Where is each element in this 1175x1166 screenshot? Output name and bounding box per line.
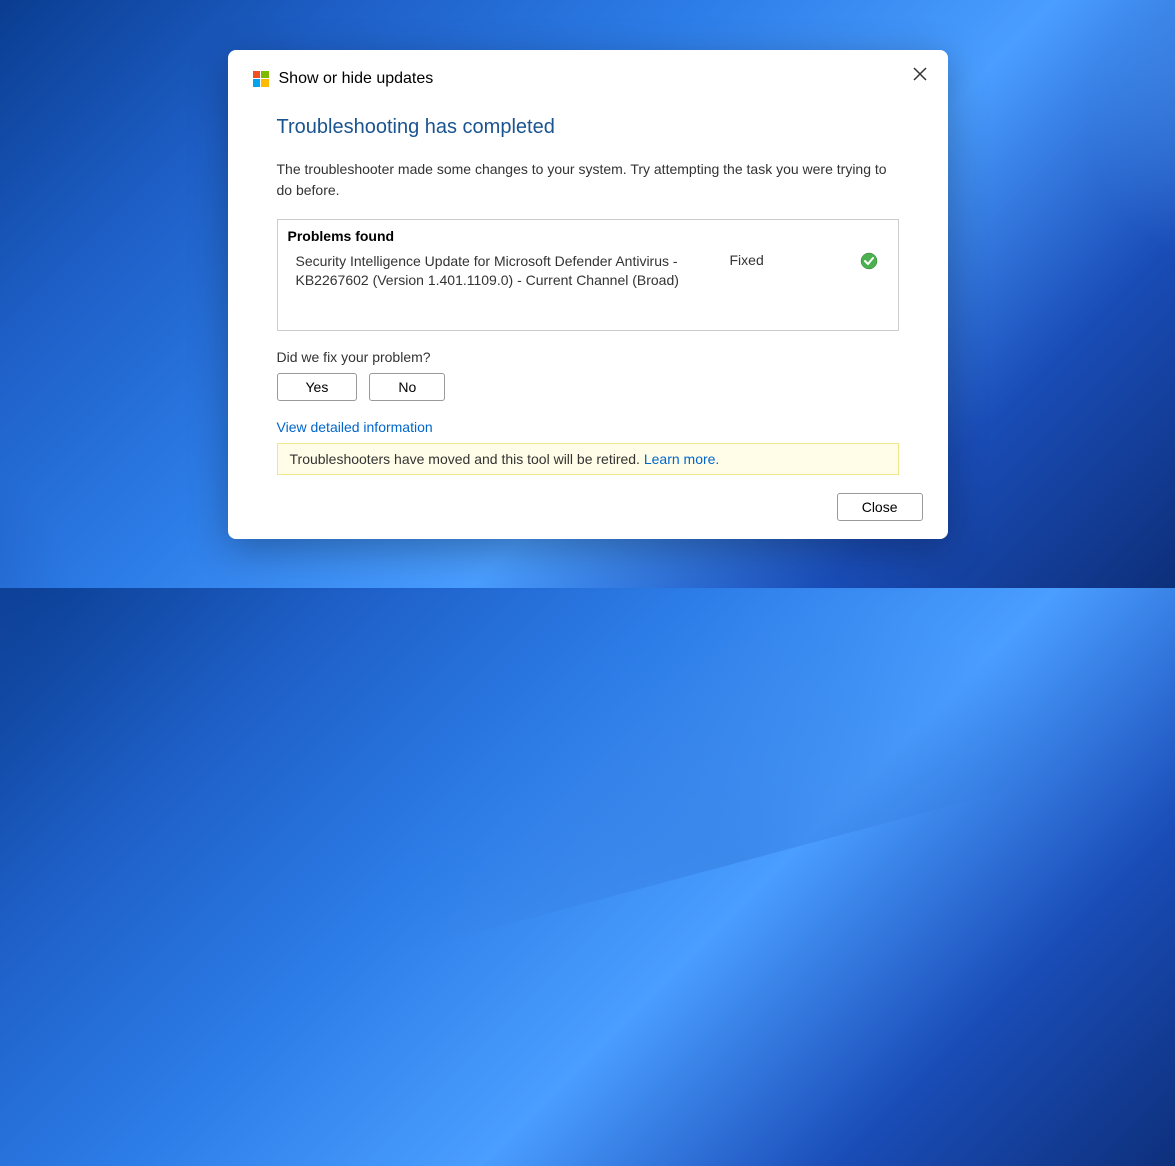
page-title: Troubleshooting has completed: [277, 116, 899, 139]
close-icon[interactable]: [910, 64, 930, 84]
feedback-buttons: Yes No: [277, 373, 899, 401]
troubleshooter-dialog: Show or hide updates Troubleshooting has…: [228, 50, 948, 539]
retirement-notice: Troubleshooters have moved and this tool…: [277, 443, 899, 475]
learn-more-link[interactable]: Learn more.: [644, 451, 719, 467]
microsoft-logo-icon: [253, 71, 269, 87]
dialog-footer: Close: [253, 489, 923, 521]
dialog-header: Show or hide updates: [253, 70, 923, 88]
description-text: The troubleshooter made some changes to …: [277, 159, 899, 201]
notice-text: Troubleshooters have moved and this tool…: [290, 451, 644, 467]
view-detail-link[interactable]: View detailed information: [277, 419, 433, 435]
problems-found-box: Problems found Security Intelligence Upd…: [277, 219, 899, 331]
header-title: Show or hide updates: [279, 70, 434, 88]
dialog-content: Troubleshooting has completed The troubl…: [253, 116, 923, 475]
close-button[interactable]: Close: [837, 493, 923, 521]
no-button[interactable]: No: [369, 373, 445, 401]
problem-row: Security Intelligence Update for Microso…: [278, 248, 898, 301]
problems-header: Problems found: [278, 220, 898, 248]
problem-status: Fixed: [730, 252, 780, 268]
feedback-label: Did we fix your problem?: [277, 349, 899, 365]
check-icon: [860, 252, 878, 270]
yes-button[interactable]: Yes: [277, 373, 358, 401]
problem-description: Security Intelligence Update for Microso…: [296, 252, 710, 291]
